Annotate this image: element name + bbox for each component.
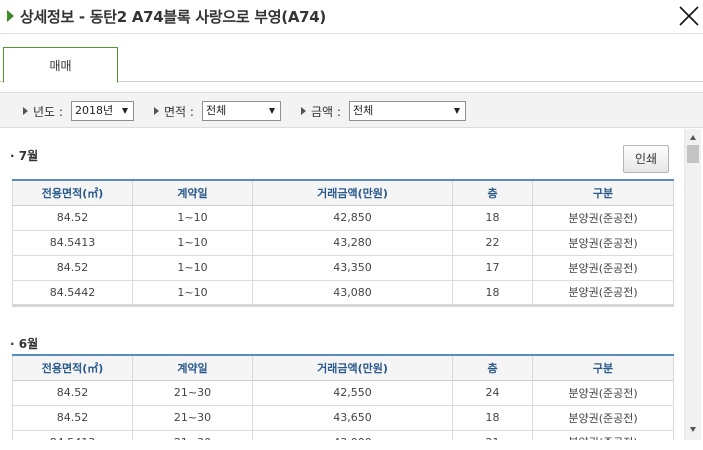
year-bullet-icon — [23, 107, 28, 115]
table-cell: 43,650 — [252, 405, 453, 431]
table-cell: 84.52 — [12, 405, 133, 431]
table-cell: 43,080 — [252, 280, 453, 307]
table-cell: 43,280 — [252, 230, 453, 256]
table-row: 84.52 1~10 43,350 17 분양권(준공전) — [12, 255, 674, 281]
close-button[interactable] — [677, 4, 701, 28]
table-cell: 1~10 — [132, 230, 253, 256]
month-heading: · 6월 — [10, 337, 39, 351]
table-cell: 43,000 — [252, 430, 453, 440]
tab-bar: 매매 — [0, 34, 703, 83]
table-cell: 84.52 — [12, 205, 133, 231]
column-header: 구분 — [532, 354, 674, 381]
table-row: 84.52 21~30 42,550 24 분양권(준공전) — [12, 380, 674, 406]
scroll-up-icon[interactable] — [690, 135, 696, 140]
title-arrow-icon — [7, 10, 14, 22]
column-header: 층 — [452, 179, 533, 206]
table-cell: 18 — [452, 205, 533, 231]
table-cell: 분양권(준공전) — [532, 405, 674, 431]
table-header-row: 전용면적(㎡) 계약일 거래금액(만원) 층 구분 — [12, 179, 674, 206]
table-cell: 18 — [452, 280, 533, 307]
year-select-value: 2018년 — [75, 104, 114, 117]
transactions-table-july: 전용면적(㎡) 계약일 거래금액(만원) 층 구분 84.52 1~10 42,… — [12, 179, 674, 307]
table-header-row: 전용면적(㎡) 계약일 거래금액(만원) 층 구분 — [12, 354, 674, 381]
column-header: 계약일 — [132, 354, 253, 381]
table-cell: 84.5442 — [12, 280, 133, 307]
scrollbar-thumb[interactable] — [687, 145, 699, 163]
chevron-down-icon — [122, 108, 128, 114]
table-row: 84.5413 1~10 43,280 22 분양권(준공전) — [12, 230, 674, 256]
table-cell: 18 — [452, 405, 533, 431]
table-row: 84.5413 21~30 43,000 21 분양권(준공전) — [12, 430, 674, 440]
column-header: 구분 — [532, 179, 674, 206]
table-cell: 24 — [452, 380, 533, 406]
table-cell: 1~10 — [132, 255, 253, 281]
transactions-table-june: 전용면적(㎡) 계약일 거래금액(만원) 층 구분 84.52 21~30 42… — [12, 354, 674, 440]
month-heading: · 7월 — [10, 149, 39, 163]
table-cell: 84.52 — [12, 380, 133, 406]
table-row: 84.5442 1~10 43,080 18 분양권(준공전) — [12, 280, 674, 307]
table-cell: 1~10 — [132, 280, 253, 307]
scroll-down-icon[interactable] — [690, 427, 696, 432]
chevron-down-icon — [269, 108, 275, 114]
table-cell: 분양권(준공전) — [532, 230, 674, 256]
table-cell: 21 — [452, 430, 533, 440]
table-cell: 84.52 — [12, 255, 133, 281]
table-cell: 21~30 — [132, 380, 253, 406]
filter-bar: 년도 : 2018년 면적 : 전체 금액 : 전체 — [0, 92, 703, 128]
table-cell: 분양권(준공전) — [532, 430, 674, 440]
column-header: 계약일 — [132, 179, 253, 206]
table-cell: 1~10 — [132, 205, 253, 231]
area-select-value: 전체 — [206, 104, 227, 117]
area-bullet-icon — [154, 107, 159, 115]
tab-trade[interactable]: 매매 — [3, 47, 118, 83]
table-cell: 42,550 — [252, 380, 453, 406]
table-row: 84.52 1~10 42,850 18 분양권(준공전) — [12, 205, 674, 231]
price-select[interactable]: 전체 — [349, 101, 466, 121]
table-cell: 22 — [452, 230, 533, 256]
vertical-scrollbar[interactable] — [684, 129, 701, 440]
column-header: 층 — [452, 354, 533, 381]
table-cell: 분양권(준공전) — [532, 280, 674, 307]
table-cell: 84.5413 — [12, 230, 133, 256]
column-header: 거래금액(만원) — [252, 179, 453, 206]
price-bullet-icon — [301, 107, 306, 115]
column-header: 전용면적(㎡) — [12, 179, 133, 206]
title-bar: 상세정보 - 동탄2 A74블록 사랑으로 부영(A74) — [0, 0, 703, 34]
table-cell: 17 — [452, 255, 533, 281]
year-select[interactable]: 2018년 — [71, 101, 134, 121]
table-cell: 분양권(준공전) — [532, 255, 674, 281]
close-icon — [679, 6, 699, 26]
price-label: 금액 : — [311, 105, 341, 119]
results-panel: · 7월 인쇄 전용면적(㎡) 계약일 거래금액(만원) 층 구분 84.52 … — [0, 129, 684, 440]
area-label: 면적 : — [164, 105, 194, 119]
print-button[interactable]: 인쇄 — [623, 145, 669, 173]
table-cell: 42,850 — [252, 205, 453, 231]
column-header: 거래금액(만원) — [252, 354, 453, 381]
table-cell: 21~30 — [132, 430, 253, 440]
table-cell: 84.5413 — [12, 430, 133, 440]
table-cell: 분양권(준공전) — [532, 380, 674, 406]
chevron-down-icon — [454, 108, 460, 114]
year-label: 년도 : — [33, 105, 63, 119]
table-cell: 21~30 — [132, 405, 253, 431]
table-cell: 43,350 — [252, 255, 453, 281]
table-cell: 분양권(준공전) — [532, 205, 674, 231]
table-row: 84.52 21~30 43,650 18 분양권(준공전) — [12, 405, 674, 431]
window-title: 상세정보 - 동탄2 A74블록 사랑으로 부영(A74) — [20, 8, 326, 26]
area-select[interactable]: 전체 — [202, 101, 281, 121]
column-header: 전용면적(㎡) — [12, 354, 133, 381]
price-select-value: 전체 — [353, 104, 374, 117]
